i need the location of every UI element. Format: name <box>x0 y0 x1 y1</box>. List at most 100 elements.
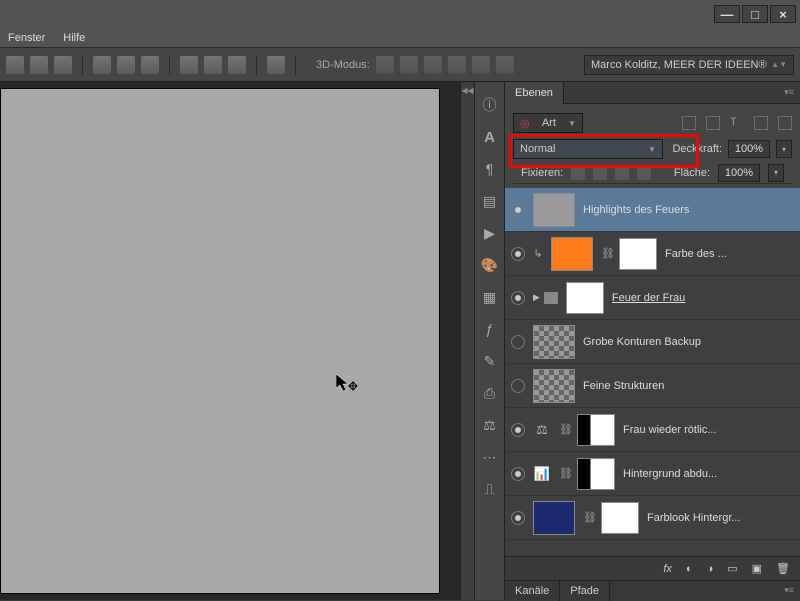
lock-pixels-icon[interactable] <box>571 166 585 180</box>
visibility-toggle[interactable] <box>511 247 525 261</box>
lock-position-icon[interactable] <box>593 166 607 180</box>
layer-mask[interactable] <box>601 502 639 534</box>
layer-thumbnail[interactable] <box>533 193 575 227</box>
fill-input[interactable]: 100% <box>718 164 760 182</box>
layer-name[interactable]: Farblook Hintergr... <box>647 512 794 524</box>
filter-adjust-icon[interactable] <box>706 116 720 130</box>
3d-icon[interactable] <box>472 56 490 74</box>
opacity-stepper[interactable]: ▾ <box>776 140 792 158</box>
layer-filter-select[interactable]: ◎Art▼ <box>513 113 583 133</box>
maximize-button[interactable]: □ <box>742 5 768 23</box>
paragraph-icon[interactable]: ¶ <box>481 160 499 178</box>
visibility-toggle[interactable] <box>511 335 525 349</box>
distribute-icon[interactable] <box>228 56 246 74</box>
align-icon[interactable] <box>30 56 48 74</box>
layer-thumbnail[interactable] <box>533 325 575 359</box>
brush-icon[interactable]: ƒ <box>481 320 499 338</box>
layer-name[interactable]: Grobe Konturen Backup <box>583 336 794 348</box>
tool-preset-icon[interactable]: ⚖ <box>481 416 499 434</box>
minimize-button[interactable]: — <box>714 5 740 23</box>
layer-row[interactable]: 📊⛓Hintergrund abdu... <box>505 452 800 496</box>
visibility-toggle[interactable] <box>511 467 525 481</box>
channels-tab[interactable]: Kanäle <box>505 581 560 601</box>
3d-icon[interactable] <box>448 56 466 74</box>
new-layer-icon[interactable]: ▣ <box>752 562 762 575</box>
visibility-toggle[interactable] <box>511 423 525 437</box>
filter-shape-icon[interactable] <box>754 116 768 130</box>
swatches-icon[interactable]: 🎨 <box>481 256 499 274</box>
collapse-icon[interactable]: ◀◀ <box>460 82 474 600</box>
trash-icon[interactable]: 🗑 <box>776 562 790 575</box>
layer-mask[interactable] <box>577 458 615 490</box>
visibility-toggle[interactable] <box>511 291 525 305</box>
layer-thumbnail[interactable] <box>533 501 575 535</box>
layer-name[interactable]: Highlights des Feuers <box>583 204 794 216</box>
filter-smart-icon[interactable] <box>778 116 792 130</box>
visibility-toggle[interactable] <box>511 379 525 393</box>
info-icon[interactable]: ⓘ <box>481 96 499 114</box>
opacity-label: Deckkraft: <box>672 143 722 155</box>
workspace-selector[interactable]: Marco Kolditz, MEER DER IDEEN® ▲▼ <box>584 55 794 75</box>
lock-icon[interactable] <box>637 166 651 180</box>
close-button[interactable]: × <box>770 5 796 23</box>
layer-mask[interactable] <box>619 238 657 270</box>
fx-icon[interactable]: fx <box>663 563 672 575</box>
layer-row[interactable]: Grobe Konturen Backup <box>505 320 800 364</box>
3d-icon[interactable] <box>376 56 394 74</box>
play-icon[interactable]: ▶ <box>481 224 499 242</box>
layer-name[interactable]: Feuer der Frau <box>612 292 794 304</box>
align-icon[interactable] <box>54 56 72 74</box>
layer-row[interactable]: ▶ Feuer der Frau <box>505 276 800 320</box>
distribute-icon[interactable] <box>117 56 135 74</box>
layers-icon[interactable]: ▤ <box>481 192 499 210</box>
layer-name[interactable]: Hintergrund abdu... <box>623 468 794 480</box>
adjustment-icon[interactable]: ◑ <box>707 563 714 575</box>
layer-row[interactable]: ↳⛓Farbe des ... <box>505 232 800 276</box>
layer-name[interactable]: Feine Strukturen <box>583 380 794 392</box>
distribute-icon[interactable] <box>180 56 198 74</box>
blend-mode-select[interactable]: Normal ▼ <box>513 139 663 159</box>
distribute-icon[interactable] <box>141 56 159 74</box>
layer-row[interactable]: ⛓ Farblook Hintergr... <box>505 496 800 540</box>
layer-row[interactable]: Feine Strukturen <box>505 364 800 408</box>
3d-icon[interactable] <box>424 56 442 74</box>
menu-fenster[interactable]: Fenster <box>8 32 45 44</box>
link-icon: ⛓ <box>583 511 593 524</box>
3d-icon[interactable] <box>400 56 418 74</box>
layer-name[interactable]: Frau wieder rötlic... <box>623 424 794 436</box>
mask-icon[interactable]: ◐ <box>686 563 693 575</box>
clone-icon[interactable]: ⎙ <box>481 384 499 402</box>
chevron-updown-icon: ▲▼ <box>771 60 787 69</box>
lock-all-icon[interactable] <box>615 166 629 180</box>
document-canvas[interactable] <box>0 88 440 594</box>
character-icon[interactable]: A <box>481 128 499 146</box>
layer-row[interactable]: Highlights des Feuers <box>505 188 800 232</box>
layer-name[interactable]: Farbe des ... <box>665 248 794 260</box>
layer-mask[interactable] <box>577 414 615 446</box>
distribute-icon[interactable] <box>93 56 111 74</box>
settings-icon[interactable]: ⋯ <box>481 448 499 466</box>
filter-pixel-icon[interactable] <box>682 116 696 130</box>
visibility-toggle[interactable] <box>511 511 525 525</box>
menu-hilfe[interactable]: Hilfe <box>63 32 85 44</box>
layer-thumbnail[interactable] <box>551 237 593 271</box>
disclosure-icon[interactable]: ▶ <box>533 292 540 303</box>
fill-stepper[interactable]: ▾ <box>768 164 784 182</box>
align-icon[interactable] <box>6 56 24 74</box>
layer-row[interactable]: ⚖⛓Frau wieder rötlic... <box>505 408 800 452</box>
layers-tab[interactable]: Ebenen <box>505 82 564 104</box>
visibility-toggle[interactable] <box>511 203 525 217</box>
paths-tab[interactable]: Pfade <box>560 581 610 601</box>
distribute-icon[interactable] <box>267 56 285 74</box>
layer-mask[interactable] <box>566 282 604 314</box>
layer-thumbnail[interactable] <box>533 369 575 403</box>
group-icon[interactable]: ▭ <box>727 562 737 575</box>
distribute-icon[interactable] <box>204 56 222 74</box>
panel-menu-icon[interactable]: ▾≡ <box>778 585 800 596</box>
histogram-icon[interactable]: ⎍ <box>481 480 499 498</box>
grid-icon[interactable]: ▦ <box>481 288 499 306</box>
panel-menu-icon[interactable]: ▾≡ <box>778 87 800 98</box>
brush-preset-icon[interactable]: ✎ <box>481 352 499 370</box>
opacity-input[interactable]: 100% <box>728 140 770 158</box>
3d-icon[interactable] <box>496 56 514 74</box>
